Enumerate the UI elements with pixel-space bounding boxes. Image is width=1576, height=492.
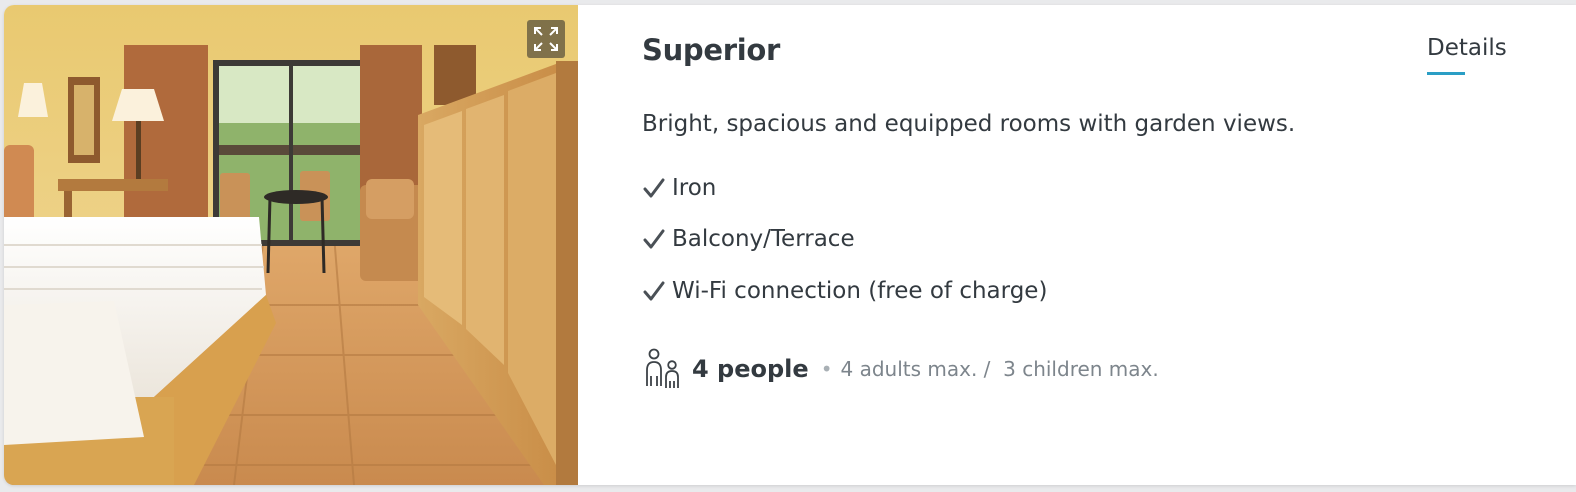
- feature-item: Wi-Fi connection (free of charge): [642, 278, 1047, 304]
- capacity-people: 4 people: [692, 355, 809, 383]
- check-icon: [643, 178, 665, 198]
- people-icon: [646, 348, 679, 388]
- capacity-details: • 4 adults max. / 3 children max.: [821, 357, 1159, 381]
- check-icon: [643, 281, 665, 301]
- expand-icon: [534, 27, 558, 51]
- expand-photo-button[interactable]: [527, 20, 565, 58]
- details-link[interactable]: Details: [1427, 35, 1507, 61]
- feature-label: Wi-Fi connection (free of charge): [672, 278, 1048, 304]
- room-description: Bright, spacious and equipped rooms with…: [642, 111, 1296, 137]
- room-info: Superior Details Bright, spacious and eq…: [642, 5, 1576, 485]
- capacity-children: 3 children max.: [1003, 357, 1159, 381]
- room-title: Superior: [642, 33, 781, 67]
- capacity-adults: 4 adults max. /: [840, 357, 991, 381]
- capacity-row: 4 people • 4 adults max. / 3 children max…: [642, 347, 1159, 391]
- feature-item: Iron: [642, 175, 716, 201]
- check-icon: [643, 229, 665, 249]
- feature-label: Iron: [672, 175, 717, 201]
- feature-label: Balcony/Terrace: [672, 226, 855, 252]
- details-underline: [1427, 72, 1465, 75]
- room-photo[interactable]: [4, 5, 578, 485]
- separator-dot: •: [820, 357, 833, 381]
- feature-item: Balcony/Terrace: [642, 226, 855, 252]
- room-card: Superior Details Bright, spacious and eq…: [4, 5, 1576, 485]
